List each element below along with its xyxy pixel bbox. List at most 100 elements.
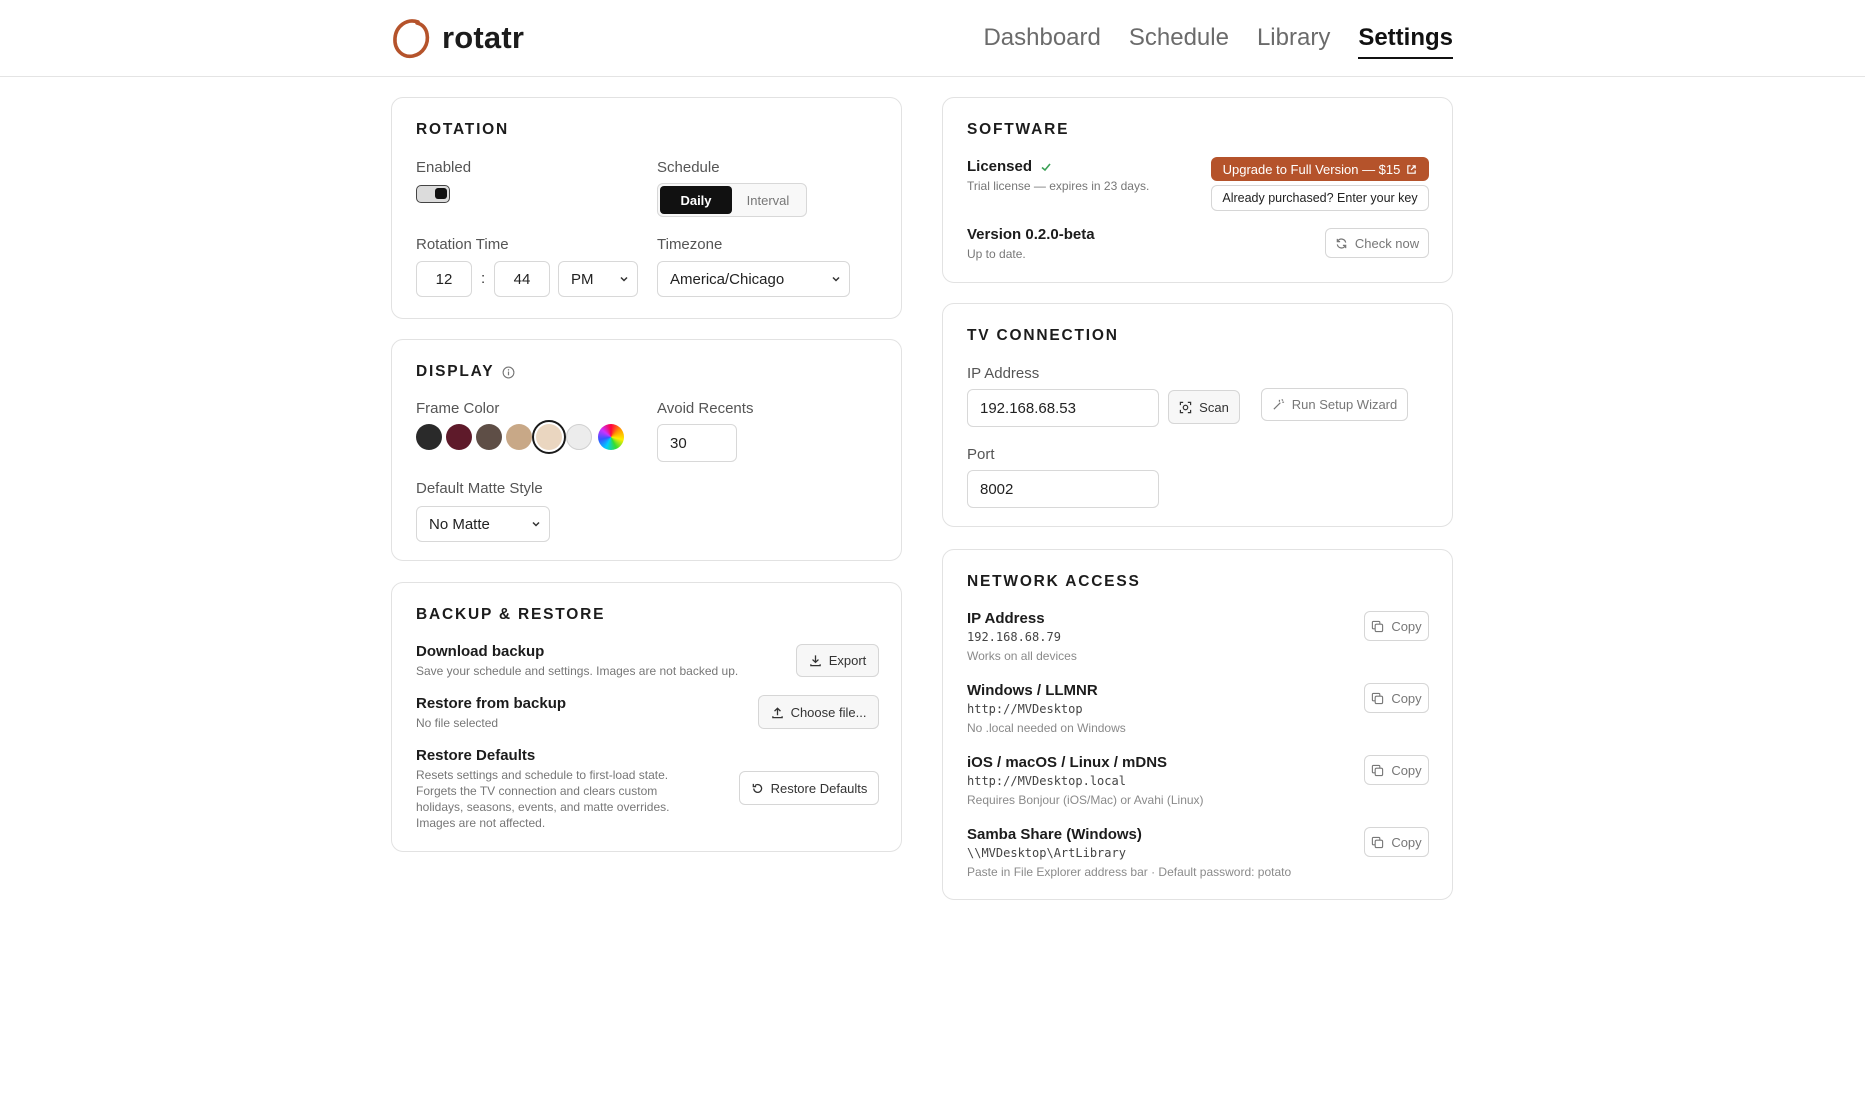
export-label: Export (828, 653, 867, 668)
ampm-value: PM (571, 270, 594, 288)
port-input[interactable]: 8002 (967, 470, 1159, 508)
timezone-select[interactable]: America/Chicago (657, 261, 850, 297)
network-access-title: NETWORK ACCESS (967, 573, 1141, 590)
network-item-title: Samba Share (Windows) (967, 826, 1142, 843)
restore-defaults-desc-line: holidays, seasons, events, and matte ove… (416, 800, 670, 814)
copy-button[interactable]: Copy (1364, 611, 1429, 641)
enabled-label: Enabled (416, 159, 472, 176)
copy-icon (1372, 836, 1384, 848)
network-item-note: Works on all devices (967, 649, 1077, 663)
top-header: rotatr Dashboard Schedule Library Settin… (0, 0, 1865, 77)
rotation-card: ROTATION Enabled Schedule Daily Interval… (391, 97, 902, 319)
minute-input[interactable]: 44 (494, 261, 550, 297)
hour-value: 12 (435, 270, 453, 288)
minute-value: 44 (513, 270, 531, 288)
chevron-down-icon (832, 276, 840, 282)
logo-icon (393, 19, 430, 59)
tv-ip-label: IP Address (967, 365, 1040, 382)
network-item-value: 192.168.68.79 (967, 630, 1061, 644)
enabled-toggle[interactable] (416, 185, 450, 203)
network-item-title: IP Address (967, 610, 1045, 627)
restore-defaults-title: Restore Defaults (416, 747, 536, 764)
schedule-interval[interactable]: Interval (732, 186, 804, 214)
version-title: Version 0.2.0-beta (967, 226, 1095, 243)
enter-key-label: Already purchased? Enter your key (1222, 191, 1418, 205)
check-icon (1041, 162, 1051, 171)
rotation-title: ROTATION (416, 121, 510, 138)
main-nav: Dashboard Schedule Library Settings (983, 24, 1453, 59)
network-item-note: No .local needed on Windows (967, 721, 1126, 735)
matte-style-value: No Matte (429, 515, 490, 533)
setup-wizard-button[interactable]: Run Setup Wizard (1261, 388, 1408, 421)
upload-icon (771, 706, 783, 718)
check-now-button[interactable]: Check now (1325, 228, 1429, 258)
external-link-icon (1407, 164, 1417, 174)
matte-style-label: Default Matte Style (416, 480, 543, 497)
tv-connection-card: TV CONNECTION IP Address 192.168.68.53 S… (942, 303, 1453, 527)
hour-input[interactable]: 12 (416, 261, 472, 297)
network-access-card: NETWORK ACCESS IP Address 192.168.68.79 Wo… (942, 549, 1453, 900)
scan-label: Scan (1199, 399, 1229, 415)
custom-color-swatch[interactable] (598, 424, 624, 450)
frame-color-swatch[interactable] (476, 424, 502, 450)
frame-color-swatch[interactable] (416, 424, 442, 450)
brand[interactable]: rotatr (391, 16, 524, 60)
ampm-select[interactable]: PM (558, 261, 638, 297)
copy-button[interactable]: Copy (1364, 683, 1429, 713)
display-title: DISPLAY (416, 363, 515, 381)
enter-key-button[interactable]: Already purchased? Enter your key (1211, 185, 1429, 211)
display-card: DISPLAY Frame Color Avoid Recents 30 Def… (391, 339, 902, 561)
wand-icon (1273, 398, 1284, 410)
restore-defaults-desc-line: Resets settings and schedule to first-lo… (416, 768, 669, 782)
nav-library[interactable]: Library (1257, 24, 1330, 59)
copy-button[interactable]: Copy (1364, 755, 1429, 785)
upgrade-label: Upgrade to Full Version — $15 (1222, 161, 1401, 177)
tv-ip-input[interactable]: 192.168.68.53 (967, 389, 1159, 427)
network-item-value: \\MVDesktop\ArtLibrary (967, 846, 1126, 860)
restore-defaults-button[interactable]: Restore Defaults (739, 771, 879, 805)
port-label: Port (967, 446, 995, 463)
network-item-note: Requires Bonjour (iOS/Mac) or Avahi (Lin… (967, 793, 1204, 807)
backup-title: BACKUP & RESTORE (416, 606, 606, 623)
nav-settings[interactable]: Settings (1358, 24, 1453, 59)
info-icon[interactable] (502, 366, 515, 379)
network-item-value: http://MVDesktop (967, 702, 1083, 716)
restore-defaults-desc-line: Images are not affected. (416, 816, 546, 830)
choose-file-label: Choose file... (790, 704, 867, 720)
upgrade-button[interactable]: Upgrade to Full Version — $15 (1211, 157, 1429, 181)
tv-ip-value: 192.168.68.53 (980, 399, 1076, 417)
copy-button[interactable]: Copy (1364, 827, 1429, 857)
download-backup-desc: Save your schedule and settings. Images … (416, 664, 739, 678)
frame-color-swatch[interactable] (532, 420, 566, 454)
setup-wizard-label: Run Setup Wizard (1291, 397, 1398, 412)
copy-label: Copy (1391, 834, 1422, 850)
frame-color-swatch[interactable] (446, 424, 472, 450)
copy-icon (1372, 692, 1384, 704)
toggle-knob (435, 188, 447, 199)
license-status: Licensed (967, 158, 1052, 175)
chevron-down-icon (532, 521, 540, 527)
choose-file-button[interactable]: Choose file... (758, 695, 879, 729)
export-button[interactable]: Export (796, 644, 879, 677)
frame-color-label: Frame Color (416, 400, 500, 417)
frame-color-swatch[interactable] (566, 424, 592, 450)
scan-button[interactable]: Scan (1168, 390, 1240, 424)
license-title: Licensed (967, 158, 1033, 175)
scan-icon (1179, 401, 1192, 413)
nav-dashboard[interactable]: Dashboard (983, 24, 1100, 59)
time-separator: : (481, 270, 486, 287)
chevron-down-icon (620, 276, 628, 282)
schedule-segmented: Daily Interval (657, 183, 807, 217)
restore-backup-desc: No file selected (416, 716, 499, 730)
frame-color-swatch[interactable] (506, 424, 532, 450)
reset-icon (752, 783, 762, 793)
restore-defaults-desc-line: Forgets the TV connection and clears cus… (416, 784, 658, 798)
nav-schedule[interactable]: Schedule (1129, 24, 1229, 59)
avoid-recents-input[interactable]: 30 (657, 424, 737, 462)
schedule-daily[interactable]: Daily (660, 186, 732, 214)
license-desc: Trial license — expires in 23 days. (967, 179, 1150, 193)
check-now-label: Check now (1354, 235, 1420, 251)
timezone-label: Timezone (657, 236, 723, 253)
matte-style-select[interactable]: No Matte (416, 506, 550, 542)
software-title: SOFTWARE (967, 121, 1070, 138)
